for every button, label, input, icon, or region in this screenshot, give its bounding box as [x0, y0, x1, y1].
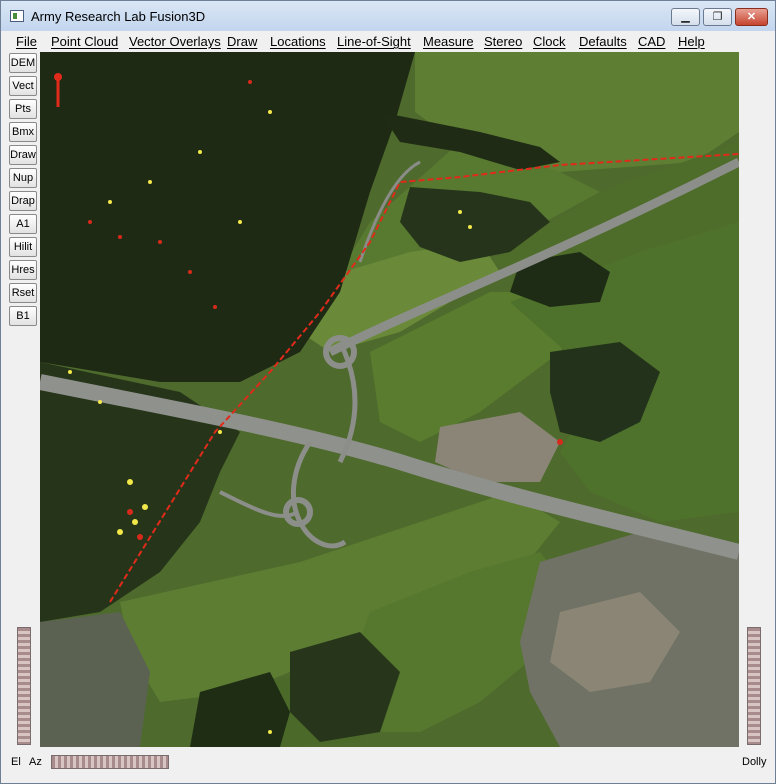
map-viewport[interactable]: [40, 52, 739, 747]
title-bar[interactable]: Army Research Lab Fusion3D ▁ ❐ ✕: [1, 1, 775, 32]
pts-button[interactable]: Pts: [9, 99, 37, 119]
menu-defaults[interactable]: Defaults: [579, 34, 627, 49]
menu-bar: File Point Cloud Vector Overlays Draw Lo…: [1, 31, 775, 51]
hres-button[interactable]: Hres: [9, 260, 37, 280]
elevation-slider[interactable]: [17, 627, 31, 745]
menu-locations[interactable]: Locations: [270, 34, 326, 49]
window-title: Army Research Lab Fusion3D: [31, 9, 206, 24]
vect-button[interactable]: Vect: [9, 76, 37, 96]
menu-vector-overlays[interactable]: Vector Overlays: [129, 34, 221, 49]
menu-measure[interactable]: Measure: [423, 34, 474, 49]
menu-help[interactable]: Help: [678, 34, 705, 49]
b1-button[interactable]: B1: [9, 306, 37, 326]
menu-stereo[interactable]: Stereo: [484, 34, 522, 49]
draw-button[interactable]: Draw: [9, 145, 37, 165]
menu-clock[interactable]: Clock: [533, 34, 566, 49]
menu-point-cloud[interactable]: Point Cloud: [51, 34, 118, 49]
app-window-icon: [10, 10, 24, 22]
dem-button[interactable]: DEM: [9, 53, 37, 73]
nup-button[interactable]: Nup: [9, 168, 37, 188]
az-label: Az: [29, 756, 42, 768]
dolly-slider[interactable]: [747, 627, 761, 745]
app-window: Army Research Lab Fusion3D ▁ ❐ ✕ File Po…: [0, 0, 776, 784]
minimize-button[interactable]: ▁: [671, 8, 700, 26]
drap-button[interactable]: Drap: [9, 191, 37, 211]
aerial-imagery: [40, 52, 739, 747]
menu-cad[interactable]: CAD: [638, 34, 665, 49]
bmx-button[interactable]: Bmx: [9, 122, 37, 142]
dolly-label: Dolly: [742, 756, 767, 768]
maximize-button[interactable]: ❐: [703, 8, 732, 26]
azimuth-slider[interactable]: [51, 755, 169, 769]
menu-line-of-sight[interactable]: Line-of-Sight: [337, 34, 411, 49]
el-label: El: [11, 756, 21, 768]
a1-button[interactable]: A1: [9, 214, 37, 234]
menu-draw[interactable]: Draw: [227, 34, 257, 49]
menu-file[interactable]: File: [16, 34, 37, 49]
close-button[interactable]: ✕: [735, 8, 768, 26]
hilit-button[interactable]: Hilit: [9, 237, 37, 257]
rset-button[interactable]: Rset: [9, 283, 37, 303]
